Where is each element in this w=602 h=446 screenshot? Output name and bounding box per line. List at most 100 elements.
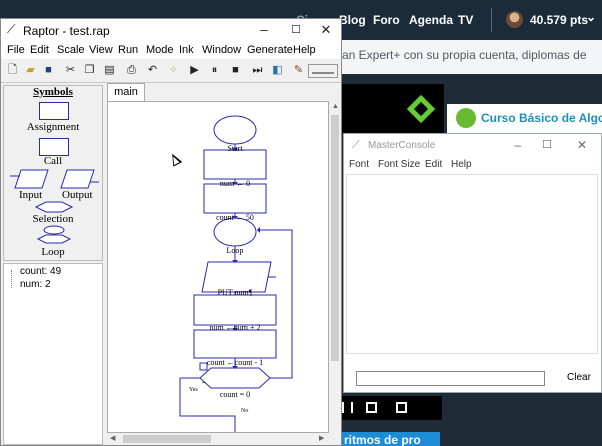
loop-label: Loop [41,246,65,258]
canvas-vertical-scrollbar[interactable]: ▲ [329,101,341,433]
call-label: Call [43,155,63,167]
fullscreen-icon[interactable] [396,402,407,413]
speed-slider[interactable] [308,64,338,78]
scroll-up-icon[interactable]: ▲ [332,103,339,111]
console-clear-button[interactable]: Clear [557,368,601,388]
menu-edit[interactable]: Edit [30,44,49,56]
raptor-window-title: Raptor - test.rap [23,24,110,38]
maximize-button[interactable]: ☐ [285,21,307,39]
raptor-toolbar: 🗋 ▰ ■ ✂ ❐ ▤ ⎙ ↶ ✧ ▶ ⏸ ■ ⏭ ◧ ✎ [1,59,341,83]
watch-tree-lines [11,270,17,288]
nav-divider [491,8,492,32]
console-menu-help[interactable]: Help [451,159,472,170]
assign-num-label: num ← 0 [219,179,251,188]
course-badge-icon [456,108,476,128]
copy-icon[interactable]: ❐ [81,62,98,79]
console-close-button[interactable]: ✕ [572,137,592,153]
chevron-down-icon[interactable]: ⌄ [586,10,596,24]
new-file-icon[interactable]: 🗋 [4,62,21,79]
console-output-area[interactable] [346,174,598,354]
menu-generate[interactable]: Generate [247,44,293,56]
canvas-horizontal-scrollbar[interactable]: ◀ ▶ [107,433,329,445]
console-app-icon: ⟋ [352,139,360,151]
start-course-label: ritmos de pro [344,433,421,446]
scroll-right-icon[interactable]: ▶ [319,435,324,443]
condition-hexagon [199,367,271,389]
user-points[interactable]: 40.579 pts [530,13,588,27]
horizontal-scroll-thumb[interactable] [123,435,211,443]
loop-symbol[interactable] [34,225,74,245]
symbols-panel: Symbols Assignment Call Input Output Sel… [3,85,103,261]
minimize-button[interactable]: – [253,21,275,39]
flowchart-canvas[interactable]: Start num ← 0 count ← 50 Loop PUT num¶ n… [107,101,329,433]
raptor-app-icon: ⟋ [7,22,16,36]
menu-ink[interactable]: Ink [179,44,194,56]
assign-count-box [203,183,267,214]
yes-label: Yes [189,387,198,393]
tab-main[interactable]: main [107,83,145,101]
console-minimize-button[interactable]: – [508,137,528,153]
menu-window[interactable]: Window [202,44,241,56]
assign-num-box [203,149,267,180]
raptor-titlebar[interactable]: ⟋ Raptor - test.rap – ☐ ✕ [1,19,341,41]
symbols-title: Symbols [33,86,73,98]
io-symbols[interactable] [8,168,100,190]
console-window-title: MasterConsole [368,140,436,151]
console-menu-font[interactable]: Font [349,159,369,170]
raptor-menubar: File Edit Scale View Run Mode Ink Window… [1,41,341,59]
selection-label: Selection [32,213,74,225]
menu-view[interactable]: View [89,44,113,56]
console-menu-font-size[interactable]: Font Size [378,159,420,170]
paste-icon[interactable]: ▤ [101,62,118,79]
scroll-left-icon[interactable]: ◀ [110,435,115,443]
selection-symbol[interactable] [34,200,74,214]
test-server-icon[interactable]: ◧ [269,62,286,79]
volume-icon[interactable] [342,402,353,413]
console-command-input[interactable] [356,371,545,386]
start-terminal [213,115,257,145]
console-menu-edit[interactable]: Edit [425,159,442,170]
menu-help[interactable]: Help [293,44,316,56]
save-icon[interactable]: ■ [40,62,57,79]
nav-link-blog[interactable]: Blog [339,13,366,27]
assignment-symbol[interactable] [39,102,69,120]
cut-icon[interactable]: ✂ [62,62,79,79]
assignment-label: Assignment [26,121,80,133]
open-folder-icon[interactable]: ▰ [22,62,39,79]
stop-icon[interactable]: ■ [227,62,244,79]
pip-icon[interactable] [366,402,377,413]
arrow-head [257,227,260,233]
start-label: Start [227,144,243,153]
call-symbol[interactable] [39,138,69,156]
step-next-icon[interactable]: ⏭ [249,62,266,79]
close-button[interactable]: ✕ [315,21,337,39]
output-label-canvas: PUT num¶ [217,288,253,297]
print-icon[interactable]: ⎙ [123,62,140,79]
pause-icon[interactable]: ⏸ [206,62,223,79]
execute-icon[interactable]: ▶ [186,62,203,79]
user-avatar[interactable] [506,11,523,28]
console-maximize-button[interactable]: ☐ [537,137,557,153]
nav-link-foro[interactable]: Foro [373,13,400,27]
start-course-button[interactable]: ritmos de pro [340,432,440,446]
loop-label-canvas: Loop [226,246,244,255]
raptor-window: ⟋ Raptor - test.rap – ☐ ✕ File Edit Scal… [0,18,342,446]
course-title[interactable]: Curso Básico de Algori [481,111,602,125]
step-icon[interactable]: ✧ [165,62,182,79]
menu-run[interactable]: Run [118,44,138,56]
pen-icon[interactable]: ✎ [290,62,307,79]
vertical-scroll-thumb[interactable] [331,115,339,361]
watch-variable-count: count: 49 [20,266,62,277]
menu-file[interactable]: File [7,44,25,56]
menu-scale[interactable]: Scale [57,44,85,56]
assign-count2-label: count ←count - 1 [206,358,264,367]
undo-icon[interactable]: ↶ [144,62,161,79]
nav-link-tv[interactable]: TV [458,13,473,27]
collapse-toggle[interactable]: − [200,380,207,387]
condition-label: count = 0 [219,390,251,399]
nav-link-agenda[interactable]: Agenda [409,13,453,27]
speed-slider-track [312,68,334,74]
no-label: No [241,408,249,414]
promo-banner: an Expert+ con su propia cuenta, diploma… [340,40,602,74]
menu-mode[interactable]: Mode [146,44,174,56]
